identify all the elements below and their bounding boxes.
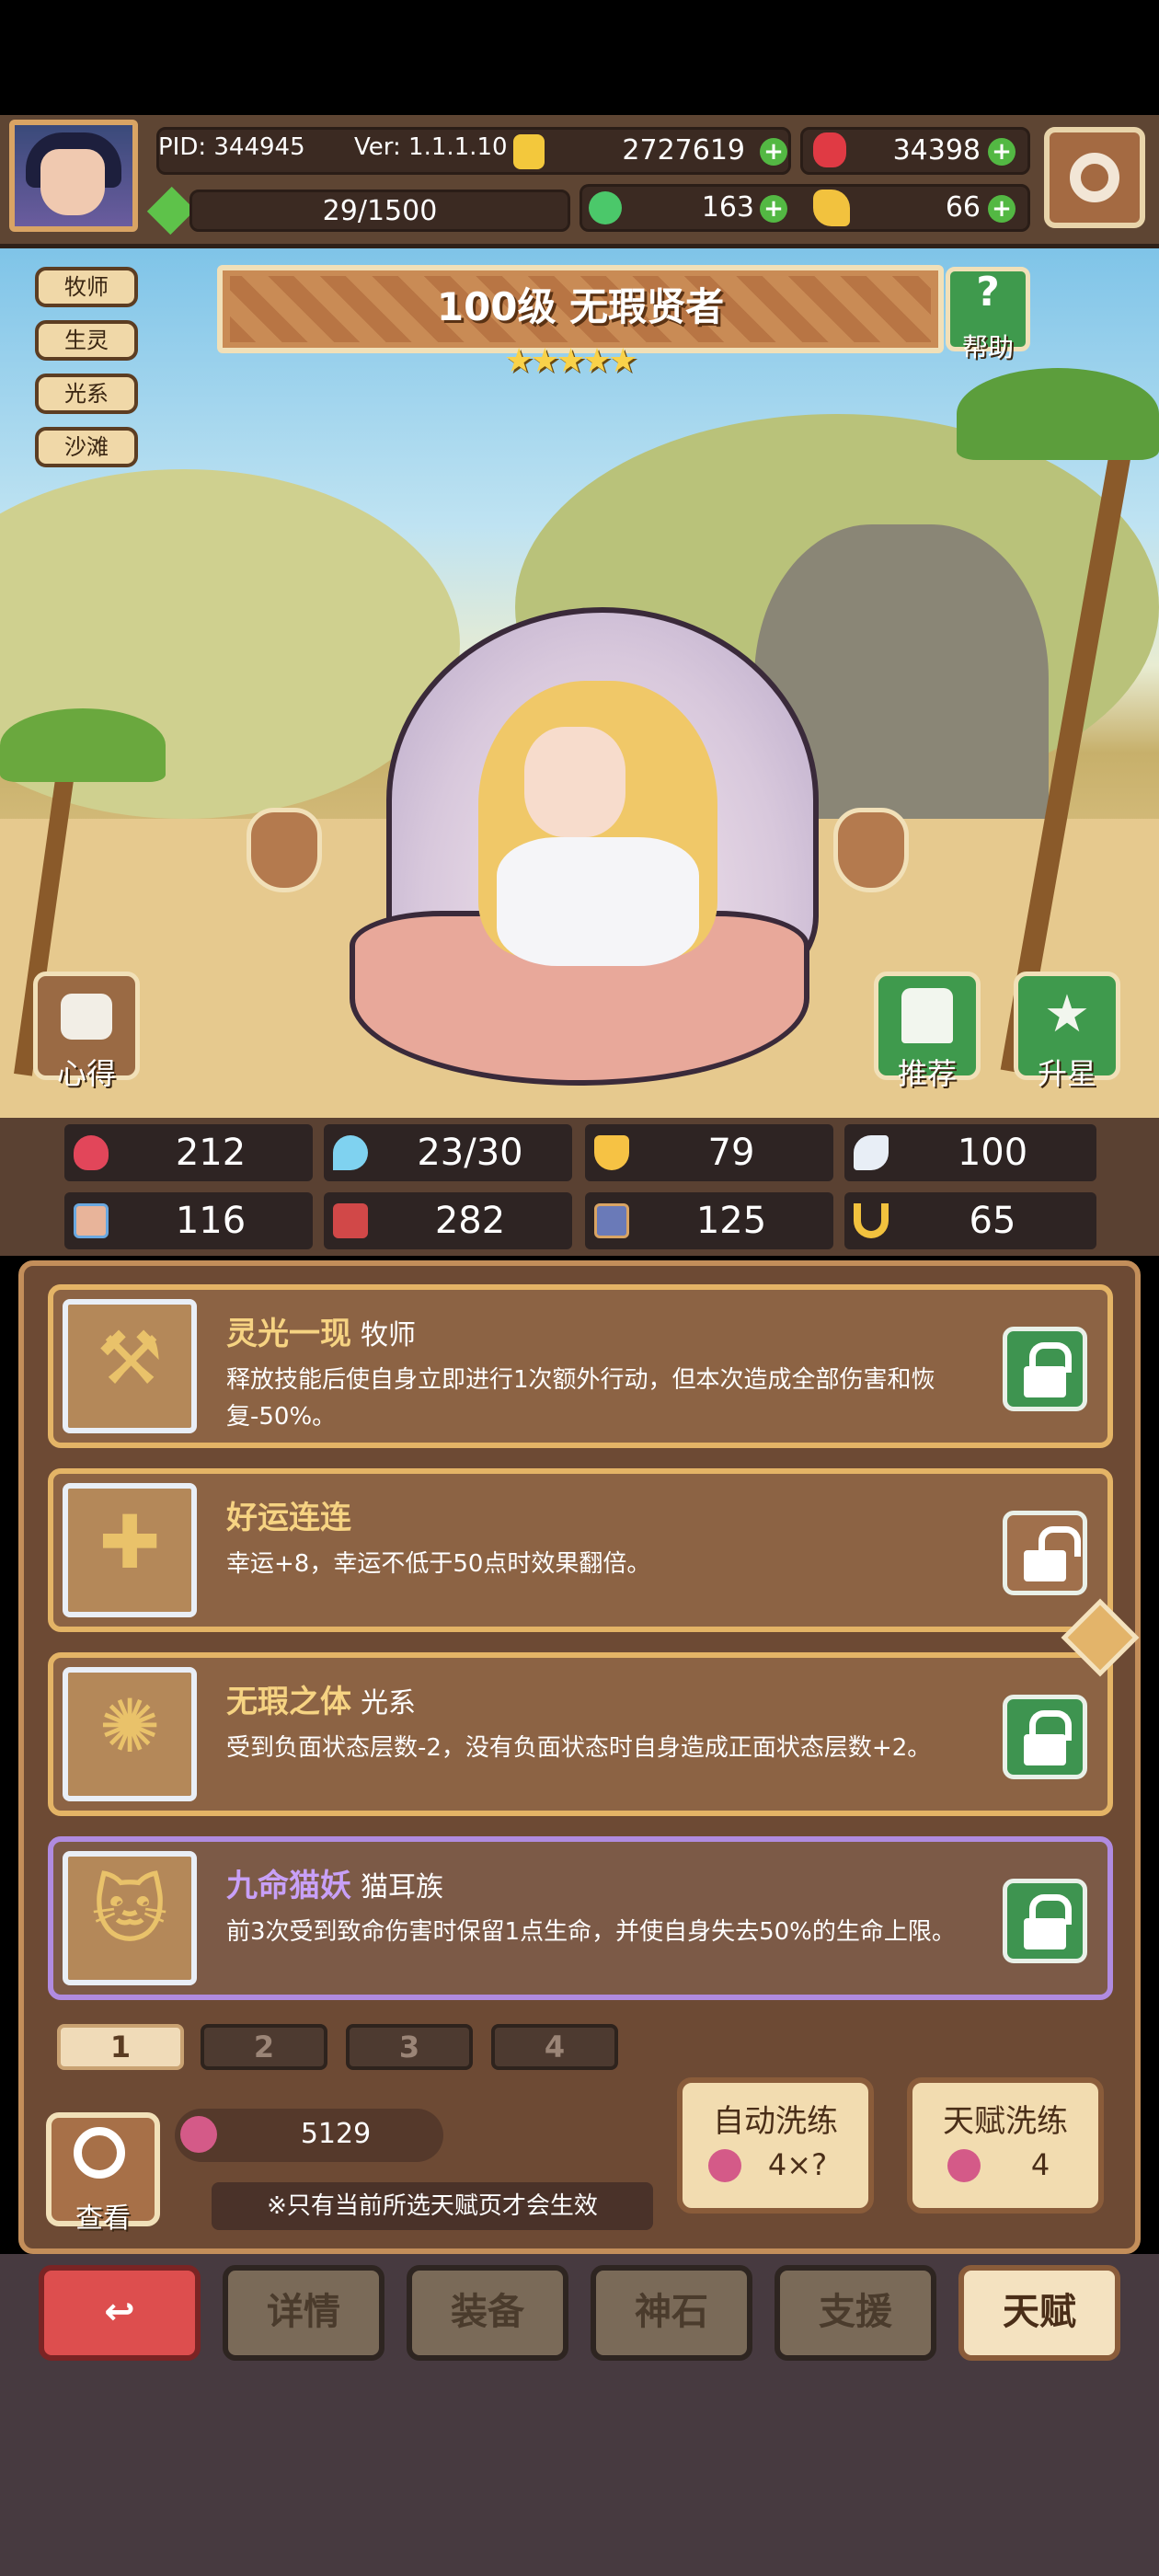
talent-page-tab-1[interactable]: 1 [57,2024,184,2070]
back-button[interactable]: ↩ [39,2265,201,2361]
lock-icon[interactable] [1003,1327,1087,1411]
notes-label: 心得 [56,1056,116,1091]
stat-mana: 23/30 [324,1124,572,1181]
lock-icon[interactable] [1003,1695,1087,1779]
talent-reforge-cost: 4 [1030,2147,1050,2182]
fruit-cost-icon [947,2149,981,2182]
hero-level-title: 100级 无瑕贤者 [436,284,725,329]
return-arrow-icon: ↩ [104,2291,135,2333]
unlock-icon[interactable] [1003,1511,1087,1595]
gold-amount: 2727619 [622,134,745,167]
prev-hero-shell-icon[interactable] [247,808,322,892]
heart-icon [74,1135,109,1170]
talent-card[interactable]: ✺ 无瑕之体 光系 受到负面状态层数-2，没有负面状态时自身造成正面状态层数+2。 [48,1652,1113,1816]
hammer-icon: ⚒ [97,1316,163,1401]
ruby-amount: 34398 [892,134,981,167]
settings-gear-icon[interactable] [1044,127,1145,228]
notes-cup-icon [61,994,112,1040]
player-id: PID: 344945 [158,133,305,161]
talent-page-tab-3[interactable]: 3 [346,2024,473,2070]
stat-speed: 100 [844,1124,1096,1181]
talent-tag: 牧师 [361,1319,416,1351]
add-clover-plus-icon[interactable]: + [760,195,787,223]
hero-star-rating: ★★★★★ [504,342,637,380]
talent-name: 九命猫妖 [226,1868,351,1904]
cat-face-icon: 🐱 [91,1868,168,1953]
view-label: 查看 [75,2202,131,2235]
nav-equipment[interactable]: 装备 [407,2265,568,2361]
tag-element[interactable]: 光系 [35,374,138,414]
stat-hp: 212 [64,1124,313,1181]
talent-card[interactable]: 🐱 九命猫妖 猫耳族 前3次受到致命伤害时保留1点生命，并使自身失去50%的生命上… [48,1836,1113,2000]
stat-attack: 116 [64,1192,313,1249]
sun-icon: ✺ [98,1684,161,1769]
talent-description: 幸运+8，幸运不低于50点时效果翻倍。 [226,1550,651,1578]
talent-tag: 光系 [361,1687,416,1719]
fruit-currency-icon [180,2116,217,2153]
horseshoe-icon [854,1203,889,1238]
book-icon [333,1203,368,1238]
tag-terrain[interactable]: 沙滩 [35,427,138,467]
talent-description: 释放技能后使自身立即进行1次额外行动，但本次造成全部伤害和恢复-50%。 [226,1366,935,1431]
fruit-currency-amount: 5129 [300,2118,372,2150]
fruit-cost-icon [708,2149,741,2182]
energy-amount: 29/1500 [322,195,438,227]
clover-icon [589,191,622,224]
talent-description: 受到负面状态层数-2，没有负面状态时自身造成正面状态层数+2。 [226,1734,932,1762]
auto-reforge-cost: 4×? [767,2147,828,2182]
stat-defense: 79 [585,1124,833,1181]
talent-name: 无瑕之体 [226,1684,351,1720]
clover-amount: 163 [701,191,754,224]
add-gold-plus-icon[interactable]: + [760,138,787,166]
magnifier-icon [74,2127,125,2179]
fist-icon [74,1203,109,1238]
stat-magic: 282 [324,1192,572,1249]
nav-talent[interactable]: 天赋 [958,2265,1120,2361]
shield-icon [594,1135,629,1170]
talent-name: 灵光一现 [226,1316,351,1352]
talent-card[interactable]: ✚ 好运连连 幸运+8，幸运不低于50点时效果翻倍。 [48,1468,1113,1632]
talent-page-tab-2[interactable]: 2 [201,2024,327,2070]
stat-luck: 65 [844,1192,1096,1249]
add-ruby-plus-icon[interactable]: + [988,138,1016,166]
nav-details[interactable]: 详情 [223,2265,384,2361]
talent-reforge-label: 天赋洗练 [943,2103,1068,2140]
stat-agility: 125 [585,1192,833,1249]
auto-reforge-label: 自动洗练 [713,2103,838,2140]
bread-amount: 66 [945,191,981,224]
talent-description: 前3次受到致命伤害时保留1点生命，并使自身失去50%的生命上限。 [226,1918,956,1946]
talent-name: 好运连连 [226,1500,351,1536]
ruby-icon [813,132,846,167]
gold-coin-icon [513,134,545,169]
thumbs-up-icon [901,988,953,1043]
active-page-note: ※只有当前所选天赋页才会生效 [212,2182,653,2230]
star-upgrade-icon: ★ [1043,984,1091,1044]
recommend-label: 推荐 [897,1056,957,1091]
upgrade-star-label: 升星 [1037,1056,1096,1091]
feather-icon [854,1135,889,1170]
talent-card[interactable]: ⚒ 灵光一现 牧师 释放技能后使自身立即进行1次额外行动，但本次造成全部伤害和恢复… [48,1284,1113,1448]
talent-tag: 猫耳族 [361,1871,443,1903]
nav-support[interactable]: 支援 [775,2265,936,2361]
player-avatar[interactable] [9,120,138,232]
talent-page-tab-4[interactable]: 4 [491,2024,618,2070]
tag-race[interactable]: 生灵 [35,320,138,361]
boot-icon [594,1203,629,1238]
next-hero-shell-icon[interactable] [833,808,909,892]
version-label: Ver: 1.1.1.10 [354,133,508,161]
mana-icon [333,1135,368,1170]
help-question-icon: ? [976,269,1000,316]
lock-icon[interactable] [1003,1879,1087,1963]
help-label: 帮助 [961,332,1014,362]
add-bread-plus-icon[interactable]: + [988,195,1016,223]
clover-cross-icon: ✚ [98,1500,161,1585]
nav-godstone[interactable]: 神石 [591,2265,752,2361]
bread-icon [813,190,850,226]
tag-class[interactable]: 牧师 [35,267,138,307]
